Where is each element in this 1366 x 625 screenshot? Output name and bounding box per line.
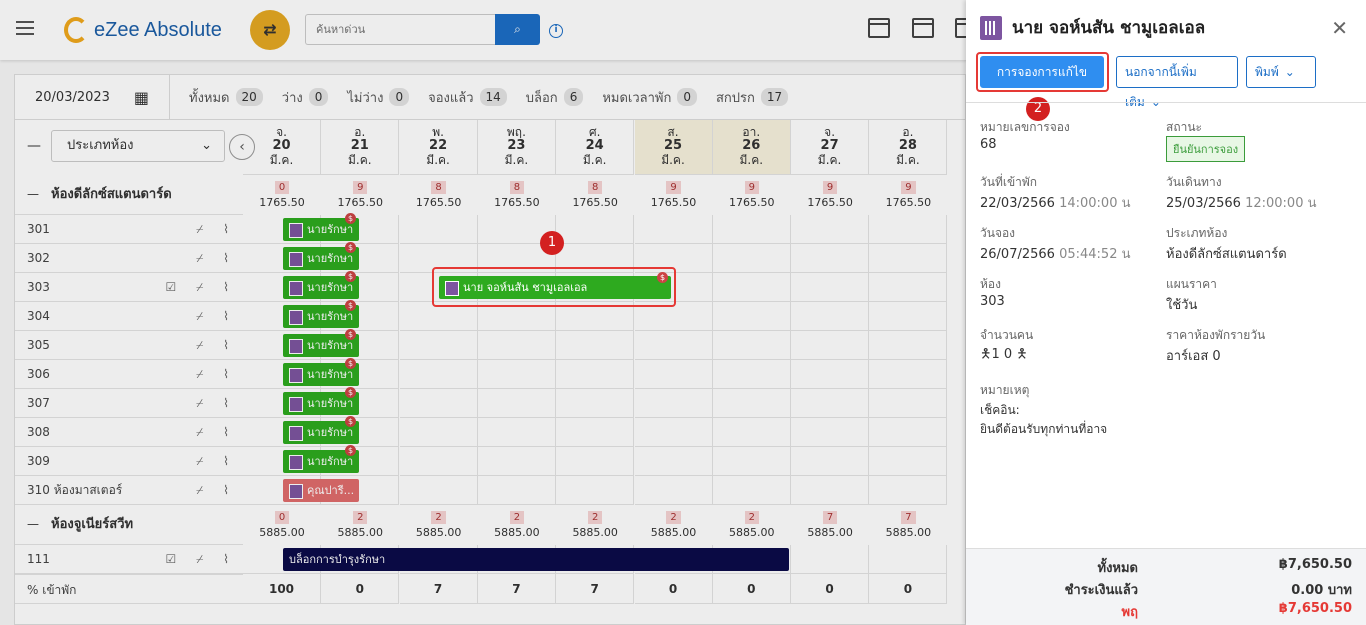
note-line: เช็คอิน: — [980, 403, 1020, 417]
chevron-down-icon: ⌄ — [1284, 65, 1295, 79]
child-icon: 🯅 — [1016, 347, 1028, 362]
daily-rate-label: ราคาห้องพักรายวัน — [1166, 328, 1266, 342]
close-icon[interactable]: ✕ — [1331, 16, 1348, 40]
note-label: หมายเหตุ — [980, 383, 1030, 397]
room-label: ห้อง — [980, 277, 1001, 291]
departure-date: 25/03/2566 — [1166, 196, 1241, 211]
booking-date: 26/07/2566 — [980, 247, 1055, 262]
daily-rate-value: อาร์เอส 0 — [1166, 349, 1221, 364]
arrival-label: วันที่เข้าพัก — [980, 175, 1038, 189]
status-label: สถานะ — [1166, 120, 1202, 134]
note-line: ยินดีต้อนรับทุกท่านที่อาจ — [980, 422, 1108, 436]
arrival-date: 22/03/2566 — [980, 196, 1055, 211]
step-marker-1: 1 — [540, 231, 564, 255]
res-no-label: หมายเลขการจอง — [980, 120, 1070, 134]
res-no-value: 68 — [980, 137, 997, 152]
booking-date-label: วันจอง — [980, 226, 1016, 240]
arrival-time: 14:00:00 น — [1059, 196, 1131, 211]
total-label: ทั้งหมด — [1097, 561, 1139, 576]
app-root: eZee Absolute ⇄ ⌕ i 20/03/2023▦ ทั้งหมด2… — [0, 0, 1366, 625]
print-button[interactable]: พิมพ์ ⌄ — [1246, 56, 1316, 88]
dim-overlay — [0, 0, 966, 625]
divider — [966, 102, 1366, 103]
more-button[interactable]: นอกจากนี้เพิ่มเติม ⌄ — [1116, 56, 1238, 109]
room-type-label: ประเภทห้อง — [1166, 226, 1228, 240]
panel-title: นาย จอห์นสัน ชามูเอลเอล — [1012, 18, 1206, 38]
building-icon — [980, 15, 1002, 40]
booking-name: นาย จอห์นสัน ชามูเอลเอล — [463, 281, 588, 294]
adult-icon: 🯅 — [980, 347, 992, 362]
room-value: 303 — [980, 294, 1005, 309]
pax-label: จำนวนคน — [980, 328, 1034, 342]
departure-time: 12:00:00 น — [1245, 196, 1317, 211]
status-badge: ยืนยันการจอง — [1166, 136, 1246, 162]
paid-label: ชำระเงินแล้ว — [1064, 583, 1138, 598]
print-button-label: พิมพ์ — [1255, 65, 1279, 79]
rate-plan-value: ใช้วัน — [1166, 298, 1198, 313]
rate-plan-label: แผนราคา — [1166, 277, 1217, 291]
highlight-edit-box — [976, 52, 1109, 92]
totals: ทั้งหมด ฿7,650.50 ชำระเงินแล้ว 0.00 บาท … — [966, 548, 1366, 625]
booking-highlighted[interactable]: นาย จอห์นสัน ชามูเอลเอล — [439, 276, 671, 299]
pax-value: 1 0 — [991, 347, 1013, 362]
due-value: ฿7,650.50 — [1278, 601, 1352, 616]
paid-value: 0.00 บาท — [1291, 583, 1352, 598]
booking-time: 05:44:52 น — [1059, 247, 1131, 262]
room-type-value: ห้องดีลักซ์สแตนดาร์ด — [1166, 247, 1287, 262]
due-label: พฤ — [1121, 605, 1138, 620]
departure-label: วันเดินทาง — [1166, 175, 1222, 189]
dollar-icon: $ — [657, 272, 668, 283]
total-value: ฿7,650.50 — [1278, 557, 1352, 572]
booking-detail-panel: นาย จอห์นสัน ชามูเอลเอล ✕ การจองการแก้ไข… — [966, 0, 1366, 625]
